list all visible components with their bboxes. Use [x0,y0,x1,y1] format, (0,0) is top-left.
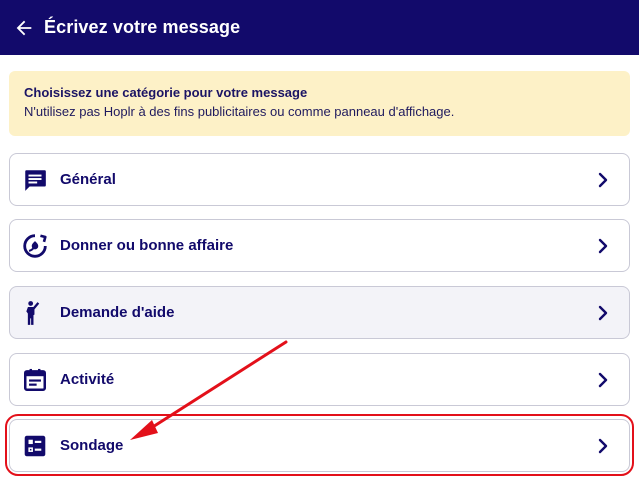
arrow-left-icon [16,20,32,35]
category-label: Activité [60,371,115,388]
app-bar: Écrivez votre message [0,0,639,55]
category-demande-aide[interactable]: Demande d'aide [9,286,630,339]
person-raising-hand-icon [22,300,48,326]
calendar-icon [22,367,48,393]
notice-text: N'utilisez pas Hoplr à des fins publicit… [24,104,455,119]
category-general[interactable]: Général [9,153,630,206]
category-activite[interactable]: Activité [9,353,630,406]
chevron-right-icon [593,370,613,390]
category-notice: Choisissez une catégorie pour votre mess… [9,71,630,136]
poll-checklist-icon [22,433,48,459]
chevron-right-icon [593,436,613,456]
notice-title: Choisissez une catégorie pour votre mess… [24,85,308,100]
category-label: Demande d'aide [60,304,175,321]
category-label: Donner ou bonne affaire [60,237,234,254]
message-icon [22,167,48,193]
category-label: Général [60,171,116,188]
back-button[interactable] [2,0,46,55]
recycle-icon [22,233,48,259]
category-sondage[interactable]: Sondage [9,419,630,472]
category-label: Sondage [60,437,124,454]
page-title: Écrivez votre message [44,17,241,37]
category-donner-bonne-affaire[interactable]: Donner ou bonne affaire [9,219,630,272]
chevron-right-icon [593,170,613,190]
chevron-right-icon [593,236,613,256]
chevron-right-icon [593,303,613,323]
